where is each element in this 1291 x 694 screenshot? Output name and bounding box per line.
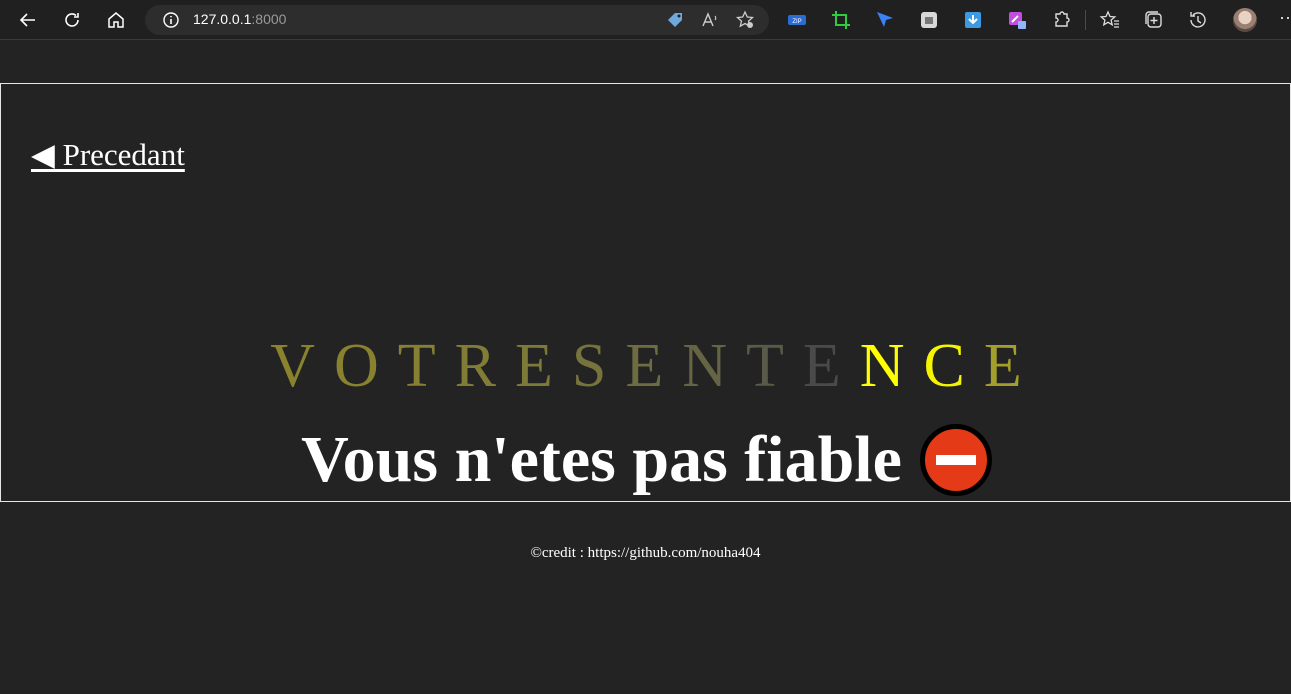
back-icon[interactable] [14,6,42,34]
no-entry-icon [919,423,992,496]
collections-icon[interactable] [1143,9,1165,31]
message-text: Vous n'etes pas fiable [301,423,902,496]
credit-text: ©credit : https://github.com/nouha404 [530,545,761,561]
read-aloud-icon[interactable] [700,10,720,30]
favorites-icon[interactable] [1099,9,1121,31]
sentence-letter: T [397,332,455,400]
pointer-extension-icon[interactable] [874,9,896,31]
sentence-letter: N [682,332,747,400]
add-favorite-icon[interactable] [735,10,755,30]
sentence-letter: E [515,332,572,400]
more-icon[interactable]: ⋯ [1279,8,1291,29]
url-text[interactable]: 127.0.0.1:8000 [193,11,286,27]
screenshot-extension-icon[interactable] [918,9,940,31]
color-picker-extension-icon[interactable] [1006,9,1028,31]
download-extension-icon[interactable] [962,9,984,31]
sentence-letter: E [625,332,683,400]
sentence-letter: C [923,332,984,400]
tag-icon[interactable] [665,10,685,30]
sentence-letters: VOTRESENTENCE [1,331,1291,402]
sentence-letter: E [983,332,1041,400]
sentence-letter: R [454,332,515,400]
browser-toolbar: 127.0.0.1:8000 ZIP ⋯ [0,0,1291,40]
profile-avatar[interactable] [1233,8,1257,32]
sentence-letter: E [802,332,860,400]
sentence-letter: T [746,332,803,400]
svg-text:ZIP: ZIP [792,19,801,25]
sentence-letter: S [571,332,626,400]
home-icon[interactable] [102,6,130,34]
back-link[interactable]: ◀ Precedant [31,137,185,173]
crop-extension-icon[interactable] [830,9,852,31]
sentence-letter: N [859,332,924,400]
reload-icon[interactable] [58,6,86,34]
sentence-letter: O [333,332,398,400]
extensions-icon[interactable] [1050,9,1072,31]
history-icon[interactable] [1187,9,1209,31]
zip-extension-icon[interactable]: ZIP [786,9,808,31]
toolbar-separator [1085,10,1086,30]
info-icon[interactable] [161,10,181,30]
address-bar[interactable]: 127.0.0.1:8000 [145,5,769,35]
sentence-letter: V [270,332,334,400]
content-frame: ◀ Precedant VOTRESENTENCE Vous n'etes pa… [0,83,1291,502]
trust-message: Vous n'etes pas fiable [1,422,1291,502]
